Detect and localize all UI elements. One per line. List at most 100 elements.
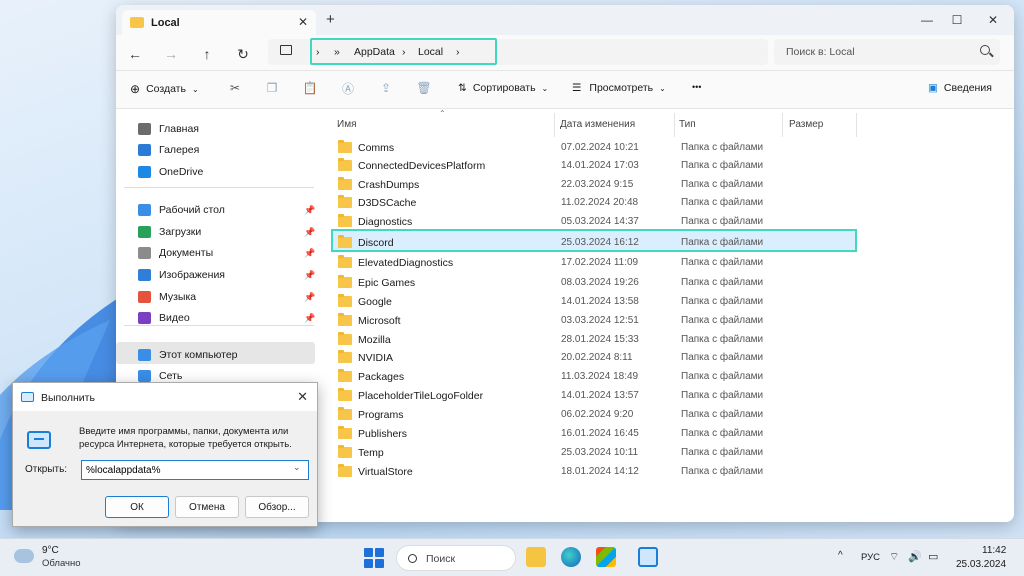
file-type: Папка с файлами	[681, 216, 764, 227]
browse-button[interactable]: Обзор...	[245, 496, 309, 518]
chevron-up-icon[interactable]: ^	[838, 550, 843, 561]
file-row[interactable]: Microsoft 03.03.2024 12:51 Папка с файлами	[329, 311, 859, 330]
sidebar-item-music[interactable]: Музыка 📌	[116, 287, 316, 307]
minimize-icon[interactable]: —	[912, 9, 942, 31]
file-row[interactable]: Discord 25.03.2024 16:12 Папка с файлами	[329, 233, 859, 252]
folder-icon	[338, 388, 352, 401]
file-row[interactable]: Google 14.01.2024 13:58 Папка с файлами	[329, 292, 859, 311]
pin-icon[interactable]: 📌	[304, 292, 315, 303]
file-row[interactable]: NVIDIA 20.02.2024 8:11 Папка с файлами	[329, 348, 859, 367]
column-divider[interactable]	[782, 113, 783, 137]
paste-icon[interactable]: 📋	[303, 81, 318, 95]
file-row[interactable]: Temp 25.03.2024 10:11 Папка с файлами	[329, 443, 859, 462]
sidebar-item-home[interactable]: Главная	[116, 119, 316, 139]
tab-local[interactable]: Local ✕	[122, 10, 316, 35]
open-input[interactable]	[81, 460, 309, 480]
weather-temperature[interactable]: 9°C	[42, 545, 59, 556]
cloud-icon[interactable]	[14, 549, 34, 563]
pin-icon[interactable]: 📌	[304, 227, 315, 238]
share-icon[interactable]: ⇪	[379, 81, 393, 95]
chevron-down-icon[interactable]: ⌄	[293, 462, 301, 473]
sidebar-item-pictures[interactable]: Изображения 📌	[116, 265, 316, 285]
clock-date[interactable]: 25.03.2024	[956, 559, 1006, 570]
close-window-icon[interactable]: ✕	[978, 9, 1008, 31]
file-name: VirtualStore	[358, 466, 413, 478]
folder-icon	[338, 177, 352, 190]
file-name: NVIDIA	[358, 352, 394, 364]
tab-label: Local	[151, 16, 180, 29]
file-row[interactable]: VirtualStore 18.01.2024 14:12 Папка с файл…	[329, 462, 859, 481]
close-tab-icon[interactable]: ✕	[298, 15, 308, 29]
file-row[interactable]: Programs 06.02.2024 9:20 Папка с файлами	[329, 405, 859, 424]
file-type: Папка с файлами	[681, 160, 764, 171]
file-row[interactable]: ElevatedDiagnostics 17.02.2024 11:09 Папка…	[329, 253, 859, 272]
cut-icon[interactable]: ✂	[228, 81, 242, 95]
weather-description[interactable]: Облачно	[42, 558, 81, 569]
volume-icon[interactable]: 🔊	[908, 550, 922, 563]
sidebar-item-label: Галерея	[159, 144, 200, 156]
rename-icon[interactable]: Ⓐ	[341, 81, 355, 96]
column-header-date[interactable]: Дата изменения	[560, 119, 635, 130]
column-divider[interactable]	[554, 113, 555, 137]
sidebar-item-downloads[interactable]: Загрузки 📌	[116, 222, 316, 242]
sidebar-item-desktop[interactable]: Рабочий стол 📌	[116, 200, 316, 220]
file-row[interactable]: Packages 11.03.2024 18:49 Папка с файлами	[329, 367, 859, 386]
sidebar-item-videos[interactable]: Видео 📌	[116, 308, 316, 328]
file-explorer-icon[interactable]	[526, 547, 546, 567]
search-icon[interactable]	[980, 45, 990, 55]
ok-button[interactable]: ОК	[105, 496, 169, 518]
wifi-icon[interactable]: ⌔	[889, 550, 899, 564]
column-header-type[interactable]: Тип	[679, 119, 696, 130]
run-taskbar-icon[interactable]	[638, 547, 658, 567]
up-icon[interactable]: ↑	[196, 43, 218, 65]
delete-icon[interactable]: 🗑	[416, 81, 431, 95]
column-header-name[interactable]: Имя	[337, 119, 356, 130]
cancel-button[interactable]: Отмена	[175, 496, 239, 518]
sidebar-item-this-pc[interactable]: Этот компьютер	[116, 345, 316, 365]
run-title-bar: Выполнить ✕	[13, 383, 317, 411]
details-button[interactable]: ▣ Сведения	[928, 82, 992, 94]
column-divider[interactable]	[674, 113, 675, 137]
file-date: 05.03.2024 14:37	[561, 216, 639, 227]
edge-icon[interactable]	[561, 547, 581, 567]
forward-icon[interactable]: →	[160, 43, 182, 65]
column-divider[interactable]	[856, 113, 857, 137]
sidebar-item-gallery[interactable]: Галерея	[116, 140, 316, 160]
videos-icon	[138, 312, 151, 324]
language-indicator[interactable]: РУС	[861, 552, 880, 563]
pin-icon[interactable]: 📌	[304, 205, 315, 216]
store-icon[interactable]	[596, 547, 616, 567]
column-header-size[interactable]: Размер	[789, 119, 823, 130]
file-row[interactable]: Epic Games 08.03.2024 19:26 Папка с файлам…	[329, 273, 859, 292]
file-row[interactable]: D3DSCache 11.02.2024 20:48 Папка с файлами	[329, 193, 859, 212]
sidebar-item-onedrive[interactable]: OneDrive	[116, 162, 316, 182]
maximize-icon[interactable]: ☐	[942, 9, 972, 31]
taskbar-search[interactable]: Поиск	[396, 545, 516, 571]
more-options-icon[interactable]: •••	[692, 82, 701, 92]
file-row[interactable]: Publishers 16.01.2024 16:45 Папка с файлам…	[329, 424, 859, 443]
back-icon[interactable]: ←	[124, 43, 146, 65]
sort-button[interactable]: ⇅ Сортировать ⌄	[458, 82, 548, 94]
new-tab-icon[interactable]: +	[326, 11, 335, 28]
file-date: 25.03.2024 16:12	[561, 237, 639, 248]
clock-time[interactable]: 11:42	[982, 545, 1006, 556]
refresh-icon[interactable]: ↻	[232, 43, 254, 65]
folder-icon	[338, 407, 352, 420]
file-row[interactable]: Diagnostics 05.03.2024 14:37 Папка с файла…	[329, 212, 859, 231]
pin-icon[interactable]: 📌	[304, 248, 315, 259]
view-button[interactable]: ☰ Просмотреть ⌄	[572, 82, 666, 94]
close-icon[interactable]: ✕	[297, 389, 308, 405]
file-row[interactable]: Comms 07.02.2024 10:21 Папка с файлами	[329, 138, 859, 157]
sidebar-item-documents[interactable]: Документы 📌	[116, 243, 316, 263]
pin-icon[interactable]: 📌	[304, 313, 315, 324]
file-row[interactable]: Mozilla 28.01.2024 15:33 Папка с файлами	[329, 330, 859, 349]
battery-icon[interactable]: ▭	[928, 550, 938, 563]
start-icon[interactable]	[364, 548, 384, 568]
search-box[interactable]: Поиск в: Local	[774, 39, 1000, 65]
copy-icon[interactable]: ❐	[265, 81, 279, 95]
file-row[interactable]: PlaceholderTileLogoFolder 14.01.2024 13:5…	[329, 386, 859, 405]
file-row[interactable]: CrashDumps 22.03.2024 9:15 Папка с файлами	[329, 175, 859, 194]
pin-icon[interactable]: 📌	[304, 270, 315, 281]
create-button[interactable]: ⊕ Создать ⌄	[130, 82, 199, 96]
file-row[interactable]: ConnectedDevicesPlatform 14.01.2024 17:03…	[329, 156, 859, 175]
